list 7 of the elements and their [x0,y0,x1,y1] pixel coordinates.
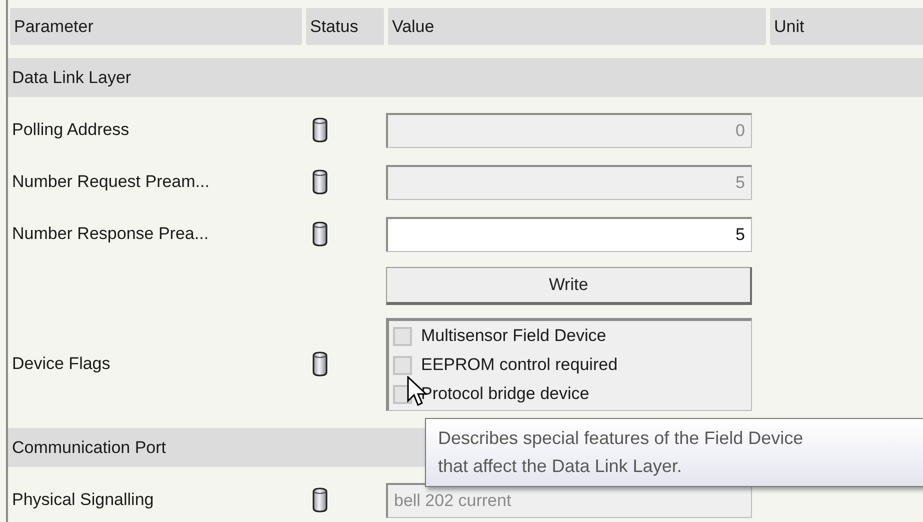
parameter-label: Polling Address [11,120,130,140]
parameter-label: Number Response Prea... [11,224,210,244]
parameter-label: Physical Signalling [11,490,155,510]
tooltip-text: Describes special features of the Field Device [438,427,804,450]
parameter-label: Device Flags [11,354,112,374]
tooltip-text: that affect the Data Link Layer. [438,455,682,478]
parameter-label: Number Request Pream... [11,172,210,192]
